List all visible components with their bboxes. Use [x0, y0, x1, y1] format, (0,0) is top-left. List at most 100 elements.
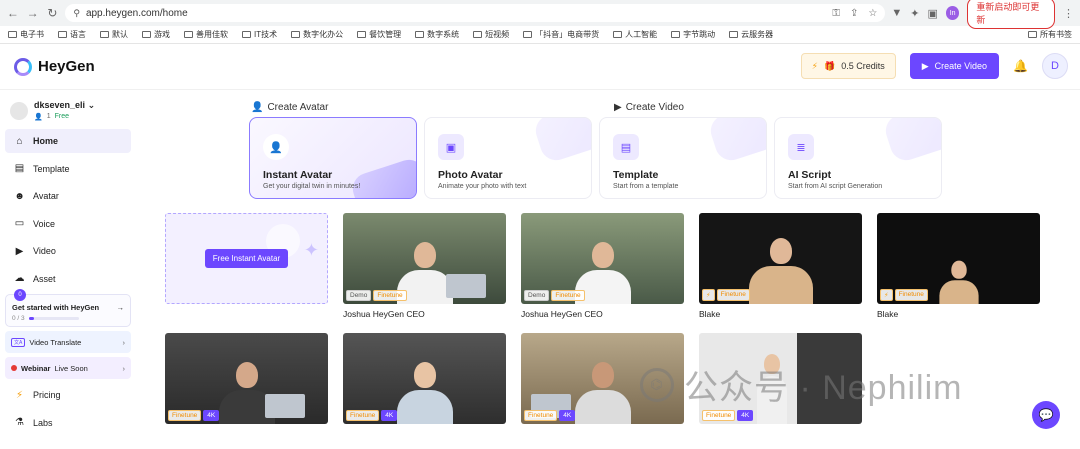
extension-icon[interactable]: ▼ — [891, 7, 902, 19]
avatar-tile[interactable]: Demo Finetune Joshua HeyGen CEO — [521, 213, 684, 319]
create-video-button[interactable]: ▶ Create Video — [909, 53, 1000, 79]
avatar-tile[interactable]: Finetune 4K — [343, 333, 506, 429]
watermark: ⌬ 公众号 · Nephilim — [640, 360, 962, 409]
sidebar-item-home[interactable]: ⌂ Home — [5, 129, 131, 153]
arrow-right-icon: → — [116, 303, 125, 312]
ai-script-card[interactable]: ≣ AI Script Start from AI script Generat… — [774, 117, 942, 199]
bookmark-item[interactable]: 短视频 — [473, 29, 509, 40]
user-avatar[interactable]: D — [1042, 53, 1068, 79]
wechat-icon: ⌬ — [640, 367, 674, 402]
members-icon: 👤 — [34, 114, 43, 121]
chevron-right-icon: › — [122, 363, 126, 373]
finetune-badge: Finetune — [168, 410, 202, 421]
workspace-icon — [10, 101, 28, 120]
sidebar-item-avatar[interactable]: ☻ Avatar — [5, 184, 131, 208]
bookmark-item[interactable]: 「抖音」电商带货 — [523, 29, 599, 40]
lightning-badge-icon: ⚡ — [702, 289, 715, 301]
getting-started-card[interactable]: 0 Get started with HeyGen → 0 / 3 — [5, 289, 131, 327]
folder-icon — [415, 31, 425, 38]
flask-icon: ⚗ — [15, 417, 24, 428]
heygen-logo[interactable]: HeyGen — [14, 57, 95, 76]
avatar-name: Blake — [877, 309, 899, 319]
finetune-badge: Finetune — [346, 410, 380, 421]
back-icon[interactable]: ← — [6, 6, 20, 20]
avatar-tile[interactable]: Demo Finetune Joshua HeyGen CEO — [343, 213, 506, 319]
sidebar-item-template[interactable]: ▤ Template — [5, 157, 131, 181]
credits-badge[interactable]: ⚡ 🎁 0.5 Credits — [800, 53, 896, 79]
instant-avatar-card[interactable]: 👤 Instant Avatar Get your digital twin i… — [249, 117, 417, 199]
chat-icon: 💬 — [1038, 408, 1054, 422]
bookmark-item[interactable]: 人工智能 — [613, 29, 657, 40]
folder-icon — [729, 31, 739, 38]
sidebar-item-asset[interactable]: ☁ Asset — [5, 267, 131, 291]
video-icon: ▶ — [15, 245, 24, 257]
bookmark-item[interactable]: 电子书 — [8, 29, 44, 40]
avatar-name: Joshua HeyGen CEO — [343, 309, 425, 319]
site-info-icon[interactable]: ⚲ — [73, 8, 80, 19]
folder-icon — [184, 31, 193, 38]
script-icon: ≣ — [788, 134, 814, 160]
update-button[interactable]: 重新启动即可更新 — [967, 0, 1055, 29]
webinar-banner[interactable]: Webinar Live Soon › — [5, 357, 131, 379]
puzzle-icon[interactable]: ✦ — [910, 7, 919, 20]
bookmark-item[interactable]: 数字化办公 — [291, 29, 343, 40]
bookmark-item[interactable]: 数字系统 — [415, 29, 459, 40]
free-instant-avatar-button[interactable]: Free Instant Avatar — [204, 249, 289, 268]
lightning-badge-icon: ⚡ — [880, 289, 893, 301]
photo-avatar-card[interactable]: ▣ Photo Avatar Animate your photo with t… — [424, 117, 592, 199]
plan-badge: Free — [54, 113, 70, 120]
lightning-icon: ⚡ — [15, 389, 24, 401]
4k-badge: 4K — [737, 410, 754, 421]
workspace-switcher[interactable]: dkseven_eli ⌄ 👤 1 Free — [5, 96, 131, 129]
bookmark-item[interactable]: 游戏 — [142, 29, 170, 40]
share-icon[interactable]: ⇪ — [850, 8, 858, 19]
folder-icon — [100, 31, 109, 38]
bookmark-star-icon[interactable]: ☆ — [868, 8, 877, 19]
browser-toolbar: ← → ↻ ⚲ app.heygen.com/home ⚿ ⇪ ☆ ▼ ✦ ▣ … — [0, 0, 1080, 29]
create-avatar-heading: 👤 Create Avatar — [251, 102, 329, 113]
home-icon: ⌂ — [16, 135, 23, 147]
menu-icon[interactable]: ⋮ — [1063, 7, 1074, 20]
key-icon[interactable]: ⚿ — [832, 8, 840, 19]
forward-icon[interactable]: → — [26, 6, 40, 20]
template-card[interactable]: ▤ Template Start from a template — [599, 117, 767, 199]
bookmark-item[interactable]: 善用佳软 — [184, 29, 228, 40]
avatar-tile[interactable]: ⚡ Finetune Blake — [877, 213, 1040, 319]
4k-badge: 4K — [381, 410, 398, 421]
bell-icon[interactable]: 🔔 — [1013, 59, 1028, 73]
folder-icon — [142, 31, 151, 38]
avatar-name: Joshua HeyGen CEO — [521, 309, 603, 319]
all-bookmarks[interactable]: 所有书签 — [1028, 29, 1072, 40]
finetune-badge: Finetune — [524, 410, 558, 421]
sidebar-item-video[interactable]: ▶ Video — [5, 239, 131, 263]
chevron-down-icon: ⌄ — [87, 100, 96, 110]
bookmark-item[interactable]: 语言 — [58, 29, 86, 40]
video-translate-banner[interactable]: 文A Video Translate › — [5, 331, 131, 353]
sidebar-item-voice[interactable]: ▭ Voice — [5, 212, 131, 236]
bookmark-item[interactable]: 字节跳动 — [671, 29, 715, 40]
video-plus-icon: ▶ — [921, 60, 929, 71]
address-bar[interactable]: ⚲ app.heygen.com/home ⚿ ⇪ ☆ — [65, 4, 886, 22]
template-icon: ▤ — [613, 134, 639, 160]
profile-icon[interactable]: In — [945, 6, 960, 20]
progress-fill — [28, 317, 34, 320]
bookmark-item[interactable]: 云服务器 — [729, 29, 773, 40]
finetune-badge: Finetune — [894, 289, 928, 301]
create-video-heading: ▶ Create Video — [614, 102, 684, 113]
reload-icon[interactable]: ↻ — [46, 6, 60, 20]
avatar-tile[interactable]: ⚡ Finetune Blake — [699, 213, 862, 319]
chat-support-button[interactable]: 💬 — [1032, 401, 1060, 429]
folder-icon — [357, 31, 367, 38]
sidebar-item-labs[interactable]: ⚗ Labs — [5, 411, 131, 435]
sidepanel-icon[interactable]: ▣ — [927, 7, 937, 20]
bookmark-item[interactable]: 默认 — [100, 29, 128, 40]
free-avatar-tile[interactable]: ✦ Free Instant Avatar — [165, 213, 328, 319]
demo-badge: Demo — [346, 290, 372, 301]
sidebar-item-pricing[interactable]: ⚡ Pricing — [5, 383, 131, 407]
gs-badge: 0 — [14, 289, 26, 301]
asset-icon: ☁ — [14, 273, 25, 284]
bookmark-item[interactable]: 餐饮管理 — [357, 29, 401, 40]
avatar-tile[interactable]: Finetune 4K — [165, 333, 328, 429]
bookmark-item[interactable]: IT技术 — [242, 29, 277, 40]
translate-icon: 文A — [11, 337, 26, 347]
